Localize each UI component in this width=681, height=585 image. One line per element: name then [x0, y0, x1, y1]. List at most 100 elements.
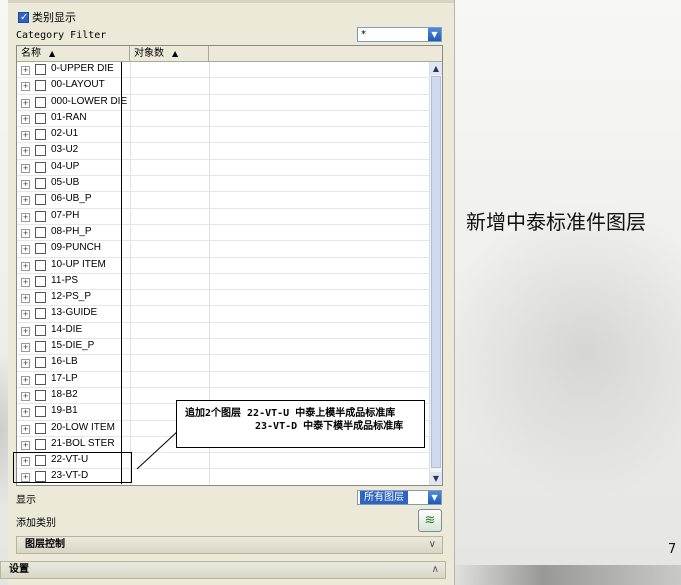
- layer-name: 03-U2: [51, 144, 79, 156]
- sort-ascending-icon: ▲: [49, 49, 56, 58]
- table-row[interactable]: +01-RAN: [17, 111, 432, 128]
- annotation-highlight-box: [13, 452, 132, 483]
- layer-name: 17-LP: [51, 372, 78, 384]
- layer-visibility-checkbox[interactable]: [35, 243, 46, 255]
- add-category-label: 添加类别: [16, 518, 56, 529]
- layer-name: 000-LOWER DIE: [51, 95, 128, 107]
- layer-visibility-checkbox[interactable]: [35, 357, 46, 369]
- category-display-checkbox[interactable]: [18, 11, 29, 23]
- table-row[interactable]: +00-LAYOUT: [17, 78, 432, 95]
- layer-visibility-checkbox[interactable]: [35, 438, 46, 450]
- expand-icon[interactable]: +: [21, 277, 30, 287]
- layer-name: 0-UPPER DIE: [51, 63, 114, 74]
- layer-name: 00-LAYOUT: [51, 79, 105, 91]
- category-display-toggle[interactable]: 类别显示: [18, 10, 76, 24]
- table-row[interactable]: +13-GUIDE: [17, 306, 432, 323]
- expand-icon[interactable]: +: [21, 408, 30, 418]
- page-number: 7: [668, 542, 677, 557]
- table-row[interactable]: +0-UPPER DIE: [17, 62, 432, 79]
- layer-visibility-checkbox[interactable]: [35, 406, 46, 418]
- expand-icon[interactable]: +: [21, 212, 30, 222]
- table-row[interactable]: +07-PH: [17, 209, 432, 225]
- table-row[interactable]: +16-LB: [17, 355, 432, 372]
- layer-visibility-checkbox[interactable]: [35, 389, 46, 401]
- scroll-down-icon[interactable]: ▼: [430, 472, 442, 485]
- layer-visibility-checkbox[interactable]: [35, 178, 46, 190]
- table-row[interactable]: +04-UP: [17, 160, 432, 177]
- table-row[interactable]: +000-LOWER DIE: [17, 95, 432, 111]
- expand-icon[interactable]: +: [21, 98, 30, 108]
- chevron-up-icon[interactable]: ∧: [432, 562, 439, 578]
- layer-control-label: 图层控制: [25, 539, 65, 550]
- expand-icon[interactable]: +: [21, 228, 30, 238]
- show-label: 显示: [16, 495, 36, 506]
- layer-visibility-checkbox[interactable]: [35, 259, 46, 271]
- layer-visibility-checkbox[interactable]: [35, 64, 46, 75]
- settings-section[interactable]: 设置 ∧: [0, 561, 446, 579]
- expand-icon[interactable]: +: [21, 375, 30, 385]
- expand-icon[interactable]: +: [21, 147, 30, 157]
- expand-icon[interactable]: +: [21, 82, 30, 92]
- layer-visibility-checkbox[interactable]: [35, 194, 46, 206]
- table-row[interactable]: +03-U2: [17, 143, 432, 160]
- layer-visibility-checkbox[interactable]: [35, 112, 46, 124]
- table-row[interactable]: +11-PS: [17, 274, 432, 291]
- column-header-name[interactable]: 名称 ▲: [17, 46, 130, 61]
- layer-control-section[interactable]: 图层控制 ∨: [16, 536, 443, 554]
- expand-icon[interactable]: +: [21, 196, 30, 206]
- expand-icon[interactable]: +: [21, 66, 30, 75]
- layer-visibility-checkbox[interactable]: [35, 96, 46, 108]
- layer-visibility-checkbox[interactable]: [35, 226, 46, 238]
- expand-icon[interactable]: +: [21, 326, 30, 336]
- expand-icon[interactable]: +: [21, 261, 30, 271]
- category-filter-label: Category Filter: [16, 30, 107, 41]
- expand-icon[interactable]: +: [21, 131, 30, 141]
- layer-visibility-checkbox[interactable]: [35, 80, 46, 92]
- layer-visibility-checkbox[interactable]: [35, 129, 46, 141]
- table-row[interactable]: +08-PH_P: [17, 225, 432, 242]
- chevron-down-icon[interactable]: ▼: [427, 28, 441, 41]
- chevron-down-icon[interactable]: ∨: [429, 537, 436, 553]
- table-row[interactable]: +09-PUNCH: [17, 241, 432, 258]
- table-row[interactable]: +15-DIE_P: [17, 339, 432, 356]
- expand-icon[interactable]: +: [21, 163, 30, 173]
- table-row[interactable]: +12-PS_P: [17, 290, 432, 307]
- column-header-count[interactable]: 对象数 ▲: [130, 46, 209, 61]
- show-select[interactable]: 所有图层 ▼: [357, 490, 442, 505]
- layer-visibility-checkbox[interactable]: [35, 324, 46, 336]
- table-row[interactable]: +02-U1: [17, 127, 432, 144]
- slide-title: 新增中泰标准件图层: [466, 210, 646, 234]
- category-filter-select[interactable]: * ▼: [357, 27, 442, 42]
- layer-visibility-checkbox[interactable]: [35, 210, 46, 222]
- layer-visibility-checkbox[interactable]: [35, 341, 46, 353]
- expand-icon[interactable]: +: [21, 440, 30, 450]
- expand-icon[interactable]: +: [21, 343, 30, 353]
- layer-name: 05-UB: [51, 177, 80, 189]
- expand-icon[interactable]: +: [21, 294, 30, 304]
- table-row[interactable]: +17-LP: [17, 372, 432, 388]
- layer-visibility-checkbox[interactable]: [35, 422, 46, 434]
- layer-visibility-checkbox[interactable]: [35, 308, 46, 320]
- layer-visibility-checkbox[interactable]: [35, 275, 46, 287]
- layer-visibility-checkbox[interactable]: [35, 161, 46, 173]
- table-row[interactable]: +06-UB_P: [17, 192, 432, 209]
- category-display-label: 类别显示: [32, 11, 76, 24]
- scroll-up-icon[interactable]: ▲: [430, 62, 442, 75]
- chevron-down-icon[interactable]: ▼: [427, 491, 441, 504]
- expand-icon[interactable]: +: [21, 114, 30, 124]
- scroll-thumb[interactable]: [431, 76, 441, 468]
- expand-icon[interactable]: +: [21, 391, 30, 401]
- expand-icon[interactable]: +: [21, 310, 30, 320]
- expand-icon[interactable]: +: [21, 359, 30, 369]
- table-row[interactable]: +14-DIE: [17, 323, 432, 340]
- table-row[interactable]: +05-UB: [17, 176, 432, 193]
- vertical-scrollbar[interactable]: ▲ ▼: [429, 62, 442, 485]
- table-row[interactable]: +10-UP ITEM: [17, 258, 432, 274]
- layer-visibility-checkbox[interactable]: [35, 373, 46, 385]
- expand-icon[interactable]: +: [21, 180, 30, 190]
- expand-icon[interactable]: +: [21, 424, 30, 434]
- expand-icon[interactable]: +: [21, 245, 30, 255]
- add-category-button[interactable]: ≋: [418, 509, 442, 532]
- layer-visibility-checkbox[interactable]: [35, 145, 46, 157]
- layer-visibility-checkbox[interactable]: [35, 292, 46, 304]
